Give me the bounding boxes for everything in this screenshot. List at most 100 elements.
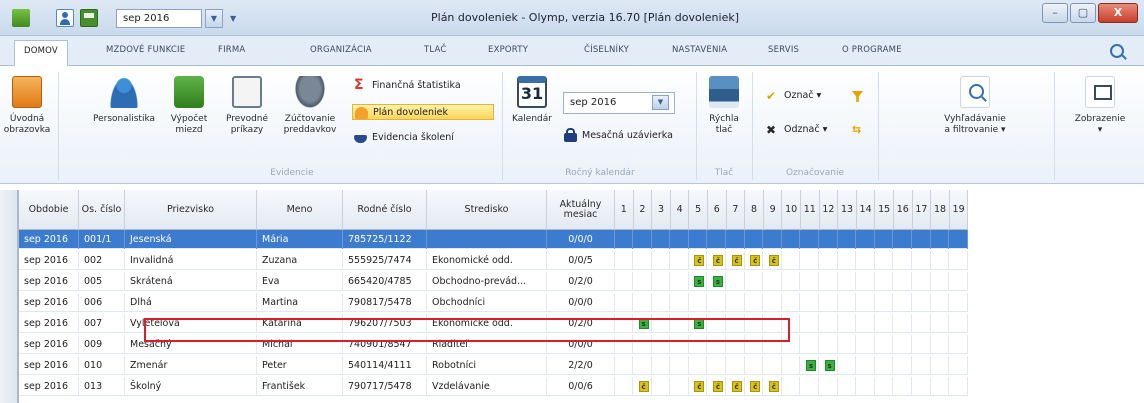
day-cell[interactable]	[782, 377, 801, 396]
day-cell[interactable]: č	[634, 377, 652, 396]
mesacna-uzavierka-button[interactable]: Mesačná uzávierka	[562, 128, 673, 144]
day-cell[interactable]	[782, 230, 801, 249]
plan-dovoleniek-button[interactable]: Plán dovoleniek	[352, 104, 494, 120]
vypocet-miezd-button[interactable]: Výpočet miezd	[162, 76, 216, 136]
day-cell[interactable]	[615, 272, 633, 291]
cell-rc[interactable]: 540114/4111	[343, 356, 427, 375]
tab-mzdove-funkcie[interactable]: MZDOVÉ FUNKCIE	[106, 45, 185, 55]
cell-os[interactable]: 009	[79, 335, 125, 354]
cell-rc[interactable]: 665420/4785	[343, 272, 427, 291]
cell-os[interactable]: 007	[79, 314, 125, 333]
day-cell[interactable]	[857, 251, 875, 270]
cell-os[interactable]: 002	[79, 251, 125, 270]
cell-obdobie[interactable]: sep 2016	[19, 314, 79, 333]
day-cell[interactable]	[652, 335, 671, 354]
day-cell[interactable]	[950, 230, 968, 249]
column-header-day[interactable]: 19	[950, 190, 969, 230]
day-cell[interactable]	[913, 230, 931, 249]
day-cell[interactable]	[634, 272, 652, 291]
quick-access-more-icon[interactable]: ▼	[230, 9, 236, 28]
day-cell[interactable]	[745, 314, 764, 333]
day-cell[interactable]: č	[708, 251, 726, 270]
cell-stredisko[interactable]	[427, 230, 547, 249]
maximize-button[interactable]: ▢	[1070, 3, 1096, 23]
day-cell[interactable]	[931, 272, 950, 291]
day-cell[interactable]	[857, 377, 875, 396]
day-cell[interactable]	[875, 335, 894, 354]
day-cell[interactable]	[671, 272, 689, 291]
cell-mesiac[interactable]: 0/0/0	[547, 335, 615, 354]
column-header-os[interactable]: Os. číslo	[79, 190, 125, 230]
day-cell[interactable]	[727, 293, 745, 312]
cell-stredisko[interactable]: Obchodno-prevád...	[427, 272, 547, 291]
day-cell[interactable]	[857, 314, 875, 333]
column-header-day[interactable]: 13	[838, 190, 857, 230]
day-cell[interactable]	[708, 335, 726, 354]
cell-meno[interactable]: Zuzana	[257, 251, 343, 270]
cell-stredisko[interactable]: Vzdelávanie	[427, 377, 547, 396]
day-cell[interactable]	[782, 272, 801, 291]
cell-mesiac[interactable]: 0/0/0	[547, 230, 615, 249]
day-cell[interactable]	[727, 335, 745, 354]
day-cell[interactable]	[931, 230, 950, 249]
day-cell[interactable]: č	[708, 377, 726, 396]
day-cell[interactable]	[875, 251, 894, 270]
cell-mesiac[interactable]: 2/2/0	[547, 356, 615, 375]
day-cell[interactable]	[913, 314, 931, 333]
column-header-day[interactable]: 9	[764, 190, 783, 230]
day-cell[interactable]	[894, 377, 912, 396]
day-cell[interactable]	[875, 314, 894, 333]
day-cell[interactable]	[931, 251, 950, 270]
table-row[interactable]: sep 2016 002 Invalidná Zuzana 555925/7474 Eko…	[19, 251, 969, 270]
day-cell[interactable]	[820, 335, 838, 354]
day-cell[interactable]: s	[801, 356, 819, 375]
day-cell[interactable]	[764, 293, 782, 312]
tab-firma[interactable]: FIRMA	[218, 45, 245, 55]
day-cell[interactable]: s	[689, 272, 708, 291]
day-cell[interactable]	[838, 251, 857, 270]
day-cell[interactable]	[838, 293, 857, 312]
day-cell[interactable]	[727, 314, 745, 333]
day-cell[interactable]	[671, 377, 689, 396]
day-cell[interactable]	[745, 293, 764, 312]
column-header-day[interactable]: 6	[708, 190, 727, 230]
day-cell[interactable]	[950, 377, 968, 396]
day-cell[interactable]	[708, 314, 726, 333]
day-cell[interactable]	[764, 356, 782, 375]
day-cell[interactable]	[671, 230, 689, 249]
cell-stredisko[interactable]: Ekonomické odd.	[427, 314, 547, 333]
tab-tlac[interactable]: TLAČ	[424, 45, 447, 55]
day-cell[interactable]: č	[689, 377, 708, 396]
day-cell[interactable]	[652, 272, 671, 291]
day-cell[interactable]: s	[634, 314, 652, 333]
table-row[interactable]: sep 2016 001/1 Jesenská Mária 785725/1122 0/0…	[19, 230, 969, 249]
day-cell[interactable]	[950, 293, 968, 312]
cell-obdobie[interactable]: sep 2016	[19, 377, 79, 396]
swap-marks-icon[interactable]: ⇆	[852, 124, 864, 136]
tab-nastavenia[interactable]: NASTAVENIA	[672, 45, 727, 55]
prevodne-prikazy-button[interactable]: Prevodné príkazy	[218, 76, 276, 136]
day-cell[interactable]	[615, 251, 633, 270]
oznac-button[interactable]: ✔ Označ ▾	[764, 88, 821, 104]
home-screen-button[interactable]: Úvodná obrazovka	[2, 76, 52, 136]
day-cell[interactable]	[764, 272, 782, 291]
day-cell[interactable]	[801, 272, 819, 291]
day-cell[interactable]	[838, 272, 857, 291]
column-header-day[interactable]: 7	[727, 190, 746, 230]
day-cell[interactable]	[950, 251, 968, 270]
period-select-arrow-icon[interactable]: ▼	[652, 95, 669, 110]
cell-obdobie[interactable]: sep 2016	[19, 356, 79, 375]
cell-rc[interactable]: 790717/5478	[343, 377, 427, 396]
day-cell[interactable]	[820, 314, 838, 333]
cell-priezvisko[interactable]: Vyletelová	[125, 314, 257, 333]
cell-rc[interactable]: 555925/7474	[343, 251, 427, 270]
day-cell[interactable]	[894, 314, 912, 333]
table-row[interactable]: sep 2016 006 Dlhá Martina 790817/5478 Obchodn…	[19, 293, 969, 312]
day-cell[interactable]	[615, 377, 633, 396]
table-row[interactable]: sep 2016 005 Skrátená Eva 665420/4785 Obchodn…	[19, 272, 969, 291]
cell-stredisko[interactable]: Ekonomické odd.	[427, 251, 547, 270]
day-cell[interactable]	[801, 335, 819, 354]
tab-exporty[interactable]: EXPORTY	[488, 45, 528, 55]
cell-obdobie[interactable]: sep 2016	[19, 293, 79, 312]
day-cell[interactable]	[782, 251, 801, 270]
